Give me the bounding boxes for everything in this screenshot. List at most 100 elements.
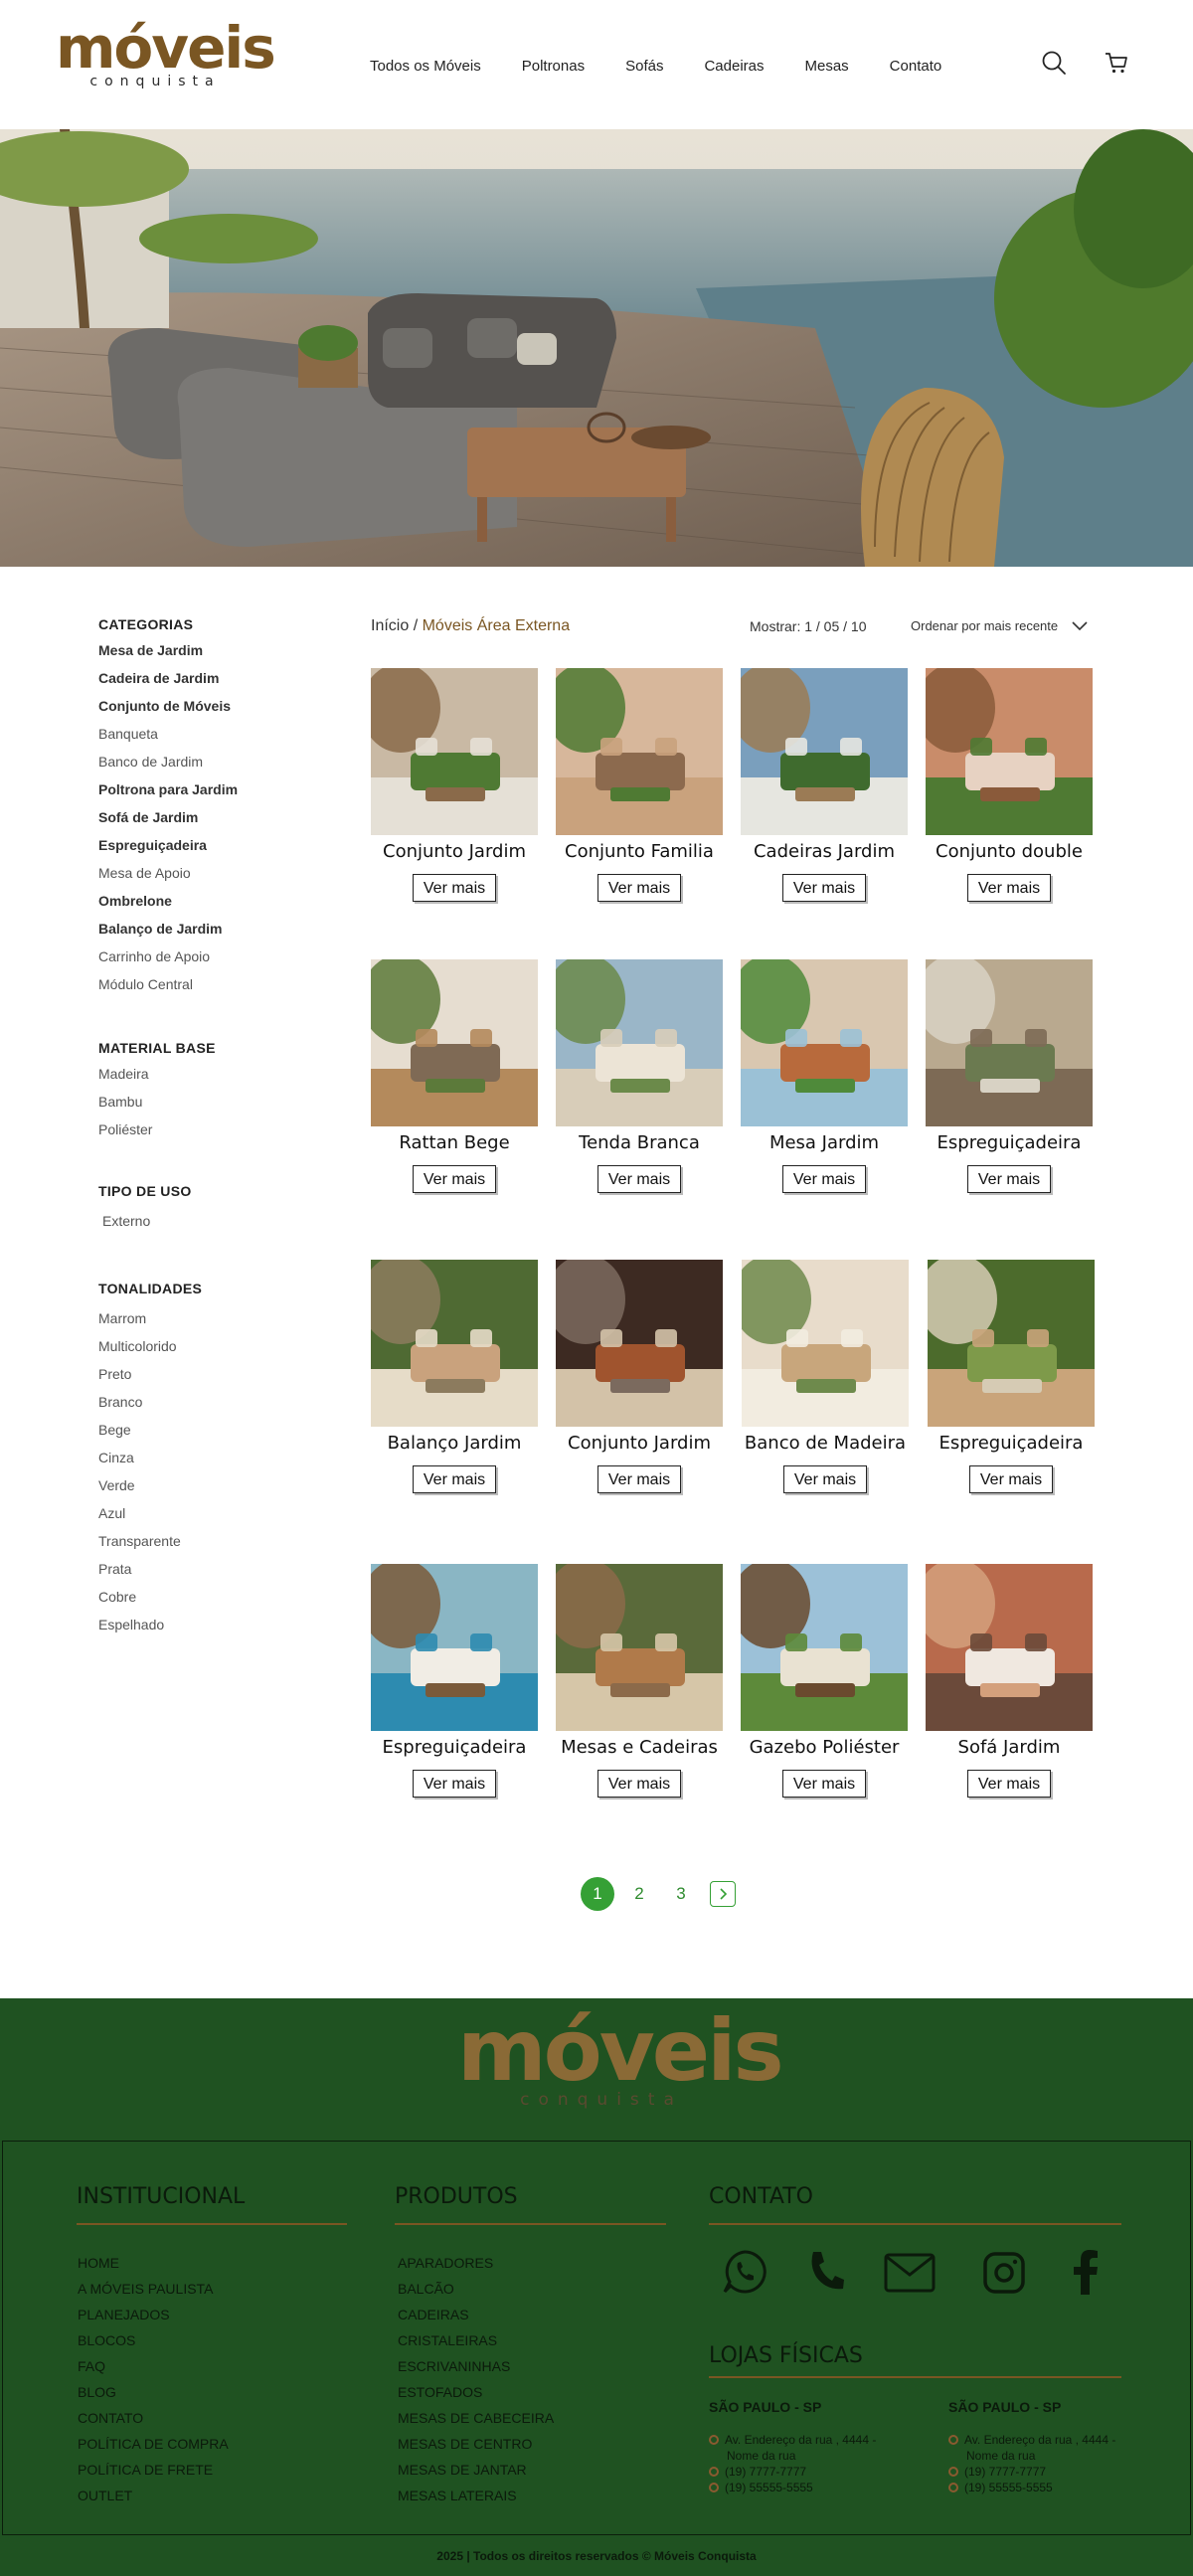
view-more-button[interactable]: Ver mais xyxy=(781,1165,867,1193)
store-phone[interactable]: (19) 7777-7777 xyxy=(725,2465,806,2479)
footer-link[interactable]: CADEIRAS xyxy=(398,2307,554,2332)
product-image[interactable] xyxy=(556,1260,723,1427)
view-more-button[interactable]: Ver mais xyxy=(596,1165,682,1193)
next-page-button[interactable] xyxy=(710,1881,736,1907)
product-name[interactable]: Conjunto Familia xyxy=(556,841,723,862)
footer-link[interactable]: MESAS DE CENTRO xyxy=(398,2436,554,2462)
whatsapp-icon[interactable] xyxy=(722,2249,767,2295)
tone-item[interactable]: Verde xyxy=(98,1477,297,1505)
view-more-button[interactable]: Ver mais xyxy=(968,1465,1054,1493)
product-name[interactable]: Balanço Jardim xyxy=(371,1433,538,1454)
product-name[interactable]: Banco de Madeira xyxy=(742,1433,909,1454)
nav-chairs[interactable]: Cadeiras xyxy=(704,58,764,75)
footer-link[interactable]: CRISTALEIRAS xyxy=(398,2332,554,2358)
product-image[interactable] xyxy=(556,668,723,835)
page-3-button[interactable]: 3 xyxy=(664,1877,698,1911)
product-name[interactable]: Gazebo Poliéster xyxy=(741,1737,908,1758)
category-item[interactable]: Cadeira de Jardim xyxy=(98,670,297,698)
footer-link[interactable]: PLANEJADOS xyxy=(78,2307,229,2332)
search-icon[interactable] xyxy=(1041,50,1067,76)
product-card[interactable]: Balanço Jardim Ver mais xyxy=(371,1260,556,1493)
category-item[interactable]: Balanço de Jardim xyxy=(98,921,297,948)
footer-link[interactable]: FAQ xyxy=(78,2358,229,2384)
use-type-item[interactable]: Externo xyxy=(98,1213,297,1241)
footer-link[interactable]: POLÍTICA DE FRETE xyxy=(78,2462,229,2488)
view-more-button[interactable]: Ver mais xyxy=(412,1465,497,1493)
footer-link[interactable]: HOME xyxy=(78,2255,229,2281)
tone-item[interactable]: Preto xyxy=(98,1366,297,1394)
store-phone[interactable]: (19) 7777-7777 xyxy=(964,2465,1046,2479)
product-image[interactable] xyxy=(928,1260,1095,1427)
product-name[interactable]: Mesa Jardim xyxy=(741,1132,908,1153)
product-image[interactable] xyxy=(926,959,1093,1126)
product-name[interactable]: Rattan Bege xyxy=(371,1132,538,1153)
product-image[interactable] xyxy=(741,959,908,1126)
product-name[interactable]: Mesas e Cadeiras xyxy=(556,1737,723,1758)
product-card[interactable]: Cadeiras Jardim Ver mais xyxy=(741,668,926,902)
product-image[interactable] xyxy=(371,1564,538,1731)
product-card[interactable]: Mesas e Cadeiras Ver mais xyxy=(556,1564,741,1798)
product-image[interactable] xyxy=(556,1564,723,1731)
view-more-button[interactable]: Ver mais xyxy=(966,874,1052,902)
material-item[interactable]: Bambu xyxy=(98,1094,297,1121)
view-more-button[interactable]: Ver mais xyxy=(412,1770,497,1798)
product-card[interactable]: Espreguiçadeira Ver mais xyxy=(371,1564,556,1798)
product-name[interactable]: Tenda Branca xyxy=(556,1132,723,1153)
view-more-button[interactable]: Ver mais xyxy=(596,874,682,902)
product-card[interactable]: Rattan Bege Ver mais xyxy=(371,959,556,1193)
product-name[interactable]: Conjunto double xyxy=(926,841,1093,862)
product-name[interactable]: Sofá Jardim xyxy=(926,1737,1093,1758)
category-item[interactable]: Mesa de Apoio xyxy=(98,865,297,893)
view-more-button[interactable]: Ver mais xyxy=(412,874,497,902)
view-more-button[interactable]: Ver mais xyxy=(596,1770,682,1798)
footer-link[interactable]: A MÓVEIS PAULISTA xyxy=(78,2281,229,2307)
product-image[interactable] xyxy=(371,959,538,1126)
product-image[interactable] xyxy=(556,959,723,1126)
nav-contact[interactable]: Contato xyxy=(890,58,942,75)
product-card[interactable]: Espreguiçadeira Ver mais xyxy=(926,959,1110,1193)
tone-item[interactable]: Transparente xyxy=(98,1533,297,1561)
product-image[interactable] xyxy=(371,1260,538,1427)
tone-item[interactable]: Azul xyxy=(98,1505,297,1533)
category-item[interactable]: Conjunto de Móveis xyxy=(98,698,297,726)
product-name[interactable]: Conjunto Jardim xyxy=(556,1433,723,1454)
category-item[interactable]: Módulo Central xyxy=(98,976,297,1004)
footer-link[interactable]: BALCÃO xyxy=(398,2281,554,2307)
mail-icon[interactable] xyxy=(884,2253,936,2293)
footer-link[interactable]: BLOG xyxy=(78,2384,229,2410)
category-item[interactable]: Espreguiçadeira xyxy=(98,837,297,865)
nav-armchairs[interactable]: Poltronas xyxy=(522,58,585,75)
nav-tables[interactable]: Mesas xyxy=(804,58,848,75)
product-card[interactable]: Mesa Jardim Ver mais xyxy=(741,959,926,1193)
footer-link[interactable]: MESAS LATERAIS xyxy=(398,2488,554,2513)
product-card[interactable]: Conjunto Jardim Ver mais xyxy=(371,668,556,902)
category-item[interactable]: Sofá de Jardim xyxy=(98,809,297,837)
tone-item[interactable]: Espelhado xyxy=(98,1617,297,1644)
footer-link[interactable]: CONTATO xyxy=(78,2410,229,2436)
footer-link[interactable]: MESAS DE CABECEIRA xyxy=(398,2410,554,2436)
category-item[interactable]: Banco de Jardim xyxy=(98,754,297,781)
product-card[interactable]: Banco de Madeira Ver mais xyxy=(742,1260,927,1493)
footer-link[interactable]: OUTLET xyxy=(78,2488,229,2513)
category-item[interactable]: Banqueta xyxy=(98,726,297,754)
category-item[interactable]: Ombrelone xyxy=(98,893,297,921)
footer-link[interactable]: MESAS DE JANTAR xyxy=(398,2462,554,2488)
brand-logo[interactable]: móveis conquista xyxy=(56,18,276,89)
nav-sofas[interactable]: Sofás xyxy=(625,58,663,75)
tone-item[interactable]: Prata xyxy=(98,1561,297,1589)
product-card[interactable]: Conjunto Jardim Ver mais xyxy=(556,1260,741,1493)
view-more-button[interactable]: Ver mais xyxy=(966,1165,1052,1193)
page-1-button[interactable]: 1 xyxy=(581,1877,614,1911)
category-item[interactable]: Carrinho de Apoio xyxy=(98,948,297,976)
tone-item[interactable]: Cobre xyxy=(98,1589,297,1617)
cart-icon[interactable] xyxy=(1104,50,1129,76)
product-name[interactable]: Cadeiras Jardim xyxy=(741,841,908,862)
product-card[interactable]: Conjunto Familia Ver mais xyxy=(556,668,741,902)
store-mobile[interactable]: (19) 55555-5555 xyxy=(725,2481,813,2494)
tone-item[interactable]: Marrom xyxy=(98,1310,297,1338)
phone-icon[interactable] xyxy=(806,2249,846,2293)
sort-dropdown[interactable]: Ordenar por mais recente xyxy=(911,618,1088,633)
product-name[interactable]: Conjunto Jardim xyxy=(371,841,538,862)
tone-item[interactable]: Bege xyxy=(98,1422,297,1450)
view-more-button[interactable]: Ver mais xyxy=(966,1770,1052,1798)
